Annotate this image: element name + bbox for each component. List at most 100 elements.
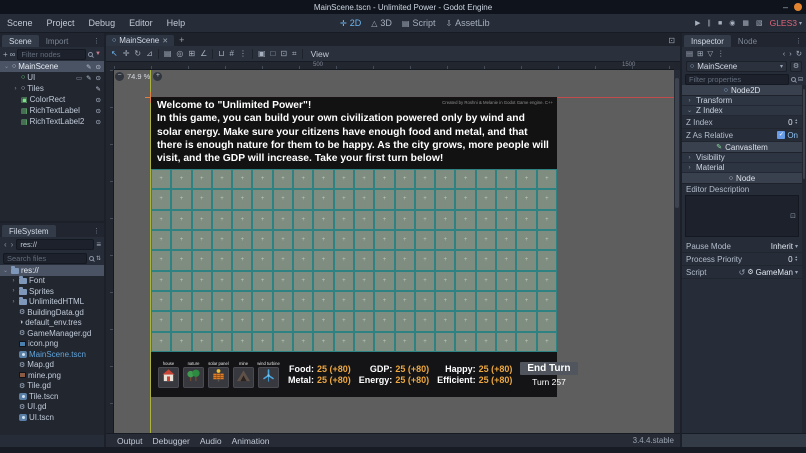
script-icon[interactable]: ✎ [85,63,92,71]
dock-options-icon[interactable]: ⋮ [89,37,104,47]
tab-inspector[interactable]: Inspector [684,35,731,47]
view-menu[interactable]: View [308,49,332,59]
load-resource-icon[interactable]: ⊞ [697,49,703,58]
file-item[interactable]: mine.png [0,370,104,381]
skeleton-icon[interactable]: ⌗ [292,49,297,59]
zoom-level[interactable]: 74.9 % [127,72,150,81]
file-item[interactable]: ⌄res:// [0,265,104,276]
dock-options-icon[interactable]: ⋮ [89,227,104,237]
z-index-value[interactable]: 0 [788,118,792,127]
file-item[interactable]: ›Sprites [0,286,104,297]
filter-properties-input[interactable] [685,74,789,85]
visibility-icon[interactable]: ⊙ [95,74,102,82]
add-node-icon[interactable]: + [3,50,8,59]
grid-snap-icon[interactable]: # [229,49,233,58]
ruler-icon[interactable]: ∠ [200,49,207,58]
visibility-icon[interactable]: ⊙ [95,63,102,71]
resource-options-icon[interactable]: ⋮ [717,49,725,58]
spinner-icon[interactable]: ▲▼ [795,119,798,125]
list-select-icon[interactable]: ▤ [164,49,172,58]
play-scene-button[interactable]: ◉ [729,19,735,27]
script-icon[interactable]: ✎ [85,74,92,82]
tree-node-richtextlabel[interactable]: ▤RichTextLabel⊙ [0,105,104,116]
tree-node-tiles[interactable]: ›○Tiles✎ [0,83,104,94]
menu-scene[interactable]: Scene [0,18,40,28]
expand-arrow-icon[interactable]: › [12,86,19,92]
group-icon[interactable]: ⊡ [280,49,287,58]
file-item[interactable]: MainScene.tscn [0,349,104,360]
building-button-wind-turbine[interactable] [258,367,279,388]
visibility-icon[interactable]: ⊙ [95,107,102,115]
editor-description-field[interactable]: ⊡ [685,195,799,237]
scale-tool-icon[interactable]: ⊿ [146,49,153,58]
minimize-button[interactable]: – [783,2,788,12]
history-icon[interactable]: ↻ [796,49,802,58]
instance-scene-icon[interactable]: ∞ [10,50,16,59]
section-z-index[interactable]: ⌄Z Index [682,106,802,116]
file-item[interactable]: ◑default_env.tres [0,318,104,329]
filter-icon[interactable]: ▼ [95,51,101,57]
search-files-input[interactable] [3,253,87,264]
smart-snap-icon[interactable]: ⊔ [218,49,224,58]
expand-arrow-icon[interactable]: ⌄ [3,63,10,70]
tree-node-richtextlabel2[interactable]: ▤RichTextLabel2⊙ [0,116,104,127]
tree-node-ui[interactable]: ○UI▭✎⊙ [0,72,104,83]
close-tab-icon[interactable]: ✕ [162,37,168,45]
select-tool-icon[interactable]: ↖ [111,49,118,58]
expand-arrow-icon[interactable]: ⌄ [2,267,9,274]
menu-editor[interactable]: Editor [122,18,160,28]
file-item[interactable]: Tile.tscn [0,391,104,402]
file-item[interactable]: ⚙Map.gd [0,360,104,371]
pause-mode-select[interactable]: Inherit ▾ [771,242,798,251]
building-button-mine[interactable] [233,367,254,388]
file-item[interactable]: ⚙Tile.gd [0,381,104,392]
filter-nodes-input[interactable] [17,49,86,60]
panel-output[interactable]: Output [112,436,148,446]
tab-node[interactable]: Node [731,35,764,47]
split-mode-icon[interactable]: ≡ [96,240,101,249]
play-custom-scene-button[interactable]: ▦ [742,19,749,27]
pause-button[interactable]: ∥ [707,19,711,27]
revert-icon[interactable]: ↺ [739,268,746,277]
menu-help[interactable]: Help [160,18,193,28]
close-button[interactable] [794,3,802,11]
zoom-out-button[interactable]: − [115,72,124,81]
visibility-icon[interactable]: ⊙ [95,118,102,126]
menu-debug[interactable]: Debug [82,18,123,28]
play-button[interactable]: ▶ [695,19,700,27]
path-field[interactable]: res:// [16,239,94,250]
renderer-select[interactable]: GLES3 ▾ [770,18,802,28]
stop-button[interactable]: ■ [718,20,722,27]
building-button-house[interactable] [158,367,179,388]
manage-properties-icon[interactable]: ⚙ [790,61,802,72]
scene-tab-mainscene[interactable]: ○ MainScene ✕ [106,35,174,46]
expand-arrow-icon[interactable]: › [10,288,17,294]
expand-arrow-icon[interactable]: › [10,278,17,284]
inspector-scrollbar[interactable] [802,85,806,433]
tab-scene[interactable]: Scene [2,35,39,47]
section-material[interactable]: ›Material [682,163,802,173]
history-back-icon[interactable]: ‹ [783,49,786,58]
panel-debugger[interactable]: Debugger [148,436,195,446]
file-item[interactable]: ›UnlimitedHTML [0,297,104,308]
workspace-2d[interactable]: ✛2D [340,18,361,28]
tab-import[interactable]: Import [39,35,76,47]
dock-options-icon[interactable]: ⋮ [791,37,806,47]
pan-icon[interactable]: ⊞ [188,49,195,58]
tree-node-mainscene[interactable]: ⌄○MainScene✎⊙ [0,61,104,72]
editor-2d-view[interactable]: Welcome to "Unlimited Power"! In this ga… [114,70,674,433]
end-turn-button[interactable]: End Turn [520,362,577,375]
file-item[interactable]: UI.tscn [0,412,104,423]
file-item[interactable]: ⚙GameManager.gd [0,328,104,339]
panel-audio[interactable]: Audio [195,436,227,446]
move-tool-icon[interactable]: ✛ [123,49,130,58]
pivot-icon[interactable]: ◎ [176,49,183,58]
zoom-in-button[interactable]: + [153,72,162,81]
tab-filesystem[interactable]: FileSystem [2,225,56,237]
spinner-icon[interactable]: ▲▼ [795,256,798,262]
section-visibility[interactable]: ›Visibility [682,153,802,163]
building-button-solar-panel[interactable] [208,367,229,388]
sort-files-icon[interactable]: ⇅ [96,255,101,262]
movie-mode-button[interactable]: ▧ [756,19,763,27]
tree-node-colorrect[interactable]: ▣ColorRect⊙ [0,94,104,105]
